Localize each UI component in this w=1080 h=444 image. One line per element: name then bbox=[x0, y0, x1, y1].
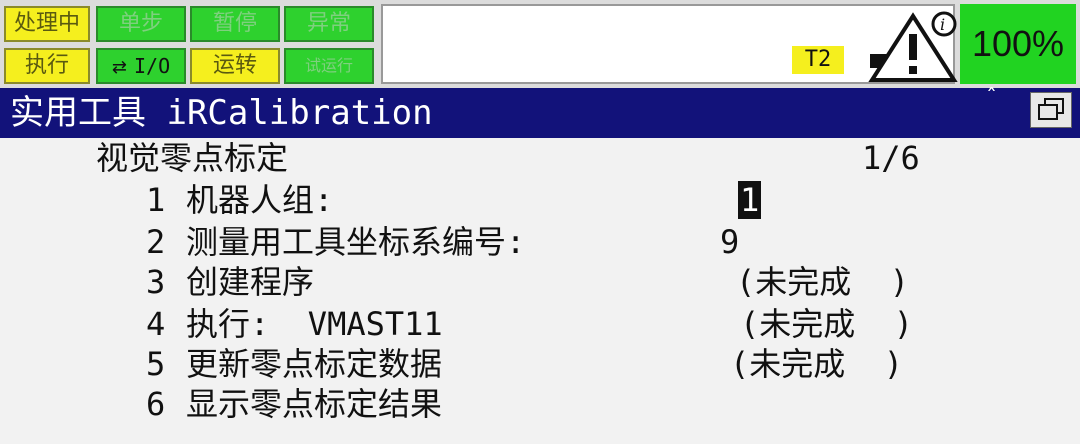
gunout-indicator: 试运行 bbox=[284, 48, 374, 84]
status-bar: 处理中 单步 暂停 异常 执行 ⇄ I/O 运转 试运行 T2 i 100% bbox=[0, 0, 1080, 88]
status-text: (未完成 ) bbox=[730, 345, 904, 383]
menu-item-number: 4 bbox=[146, 305, 166, 343]
menu-item-number: 1 bbox=[146, 181, 166, 219]
robot-group-value[interactable]: 1 bbox=[738, 180, 762, 220]
io-label: I/O bbox=[133, 54, 171, 78]
menu-item-label: 机器人组: bbox=[186, 181, 334, 219]
run-indicator: 运转 bbox=[190, 48, 280, 84]
window-title: 实用工具 iRCalibration bbox=[10, 93, 433, 133]
menu-item-label: 执行: VMAST11 bbox=[186, 305, 443, 343]
status-text: (未完成 ) bbox=[736, 263, 910, 301]
chevron-up-icon[interactable]: ˆ bbox=[986, 86, 997, 111]
hold-indicator: 暂停 bbox=[190, 6, 280, 42]
status-text: (未完成 ) bbox=[740, 305, 914, 343]
processing-indicator: 处理中 bbox=[4, 6, 90, 42]
restore-window-button[interactable] bbox=[1030, 92, 1072, 128]
step-indicator: 单步 bbox=[96, 6, 186, 42]
mode-indicator: T2 bbox=[792, 46, 844, 74]
io-icon: ⇄ bbox=[111, 57, 127, 78]
tool-frame-value[interactable]: 9 bbox=[720, 222, 739, 262]
svg-text:i: i bbox=[940, 15, 945, 34]
execute-indicator: 执行 bbox=[4, 48, 90, 84]
page-indicator: 1/6 bbox=[862, 139, 920, 177]
restore-icon bbox=[1038, 98, 1064, 120]
io-indicator: ⇄ I/O bbox=[96, 48, 186, 84]
override-indicator[interactable]: 100% bbox=[960, 4, 1076, 84]
edit-cursor[interactable]: 1 bbox=[738, 181, 762, 219]
menu-item-number: 3 bbox=[146, 263, 166, 301]
menu-item-label: 创建程序 bbox=[186, 263, 315, 301]
screen-heading: 视觉零点标定 bbox=[96, 139, 289, 177]
window-titlebar: 实用工具 iRCalibration bbox=[0, 88, 1080, 138]
menu-item-label: 更新零点标定数据 bbox=[186, 345, 443, 383]
fault-indicator: 异常 bbox=[284, 6, 374, 42]
warning-icon: i bbox=[868, 11, 958, 82]
menu-item-label: 测量用工具坐标系编号: bbox=[186, 223, 526, 261]
menu-item-number: 2 bbox=[146, 223, 166, 261]
menu-item-number: 5 bbox=[146, 345, 166, 383]
menu-item-number: 6 bbox=[146, 385, 166, 423]
menu-item-label: 显示零点标定结果 bbox=[186, 385, 443, 423]
